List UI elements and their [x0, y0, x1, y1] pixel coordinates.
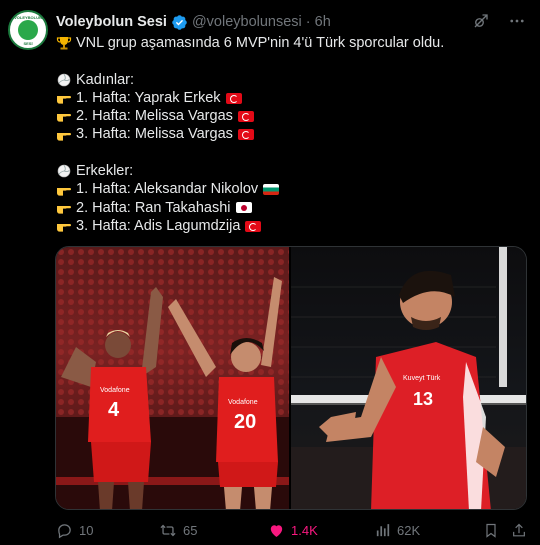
jersey-number-left: 4	[108, 399, 120, 421]
views-count: 62K	[397, 523, 421, 538]
sponsor-men: Kuveyt Türk	[403, 375, 441, 382]
women-week-3: 3. Hafta: Melissa Vargas	[76, 126, 233, 143]
pointing-hand-icon	[56, 219, 72, 233]
headline-line: VNL grup aşamasında 6 MVP'nin 4'ü Türk s…	[56, 34, 526, 52]
repost-count: 65	[183, 523, 198, 538]
grok-icon[interactable]	[472, 12, 490, 30]
men-week-1: 1. Hafta: Aleksandar Nikolov	[76, 181, 259, 198]
pointing-hand-icon	[56, 109, 72, 123]
volleyball-icon	[56, 73, 72, 87]
bookmark-button[interactable]	[483, 522, 499, 539]
pointing-hand-icon	[56, 201, 72, 215]
men-week-2-line: 2. Hafta: Ran Takahashi	[56, 199, 526, 217]
bookmark-icon	[483, 522, 499, 539]
women-week-3-line: 3. Hafta: Melissa Vargas	[56, 125, 526, 143]
reply-icon	[56, 522, 73, 539]
author-handle[interactable]: @voleybolunsesi	[192, 14, 302, 30]
repost-icon	[159, 522, 177, 539]
avatar-logo-text-bottom: SESİ	[23, 41, 33, 46]
men-week-1-line: 1. Hafta: Aleksandar Nikolov	[56, 180, 526, 198]
men-header-line: Erkekler:	[56, 162, 526, 180]
tweet[interactable]: VOLEYBOLUN SESİ Voleybolun Sesi @voleybo…	[0, 0, 540, 545]
pointing-hand-icon	[56, 183, 72, 197]
tweet-text: VNL grup aşamasında 6 MVP'nin 4'ü Türk s…	[56, 34, 526, 235]
turkey-flag-icon	[237, 110, 254, 122]
pointing-hand-icon	[56, 128, 72, 142]
views-icon	[374, 522, 391, 539]
media-grid: 4 Vodafone 20 Vodafone Kuveyt Türk 13	[55, 246, 527, 510]
trophy-icon	[56, 36, 72, 50]
jersey-number-right: 20	[234, 411, 257, 433]
men-week-2: 2. Hafta: Ran Takahashi	[76, 199, 231, 216]
views-button[interactable]: 62K	[374, 522, 420, 539]
bulgaria-flag-icon	[263, 184, 280, 196]
women-week-1-line: 1. Hafta: Yaprak Erkek	[56, 89, 526, 107]
women-header: Kadınlar:	[76, 71, 135, 88]
women-week-2-line: 2. Hafta: Melissa Vargas	[56, 107, 526, 125]
avatar-logo-mark	[18, 20, 38, 40]
like-icon	[268, 522, 285, 539]
separator-dot: ·	[305, 14, 311, 30]
like-count: 1.4K	[291, 523, 318, 538]
men-week-3-line: 3. Hafta: Adis Lagumdzija	[56, 217, 526, 235]
turkey-flag-icon	[237, 129, 254, 141]
tweet-header: Voleybolun Sesi @voleybolunsesi · 6h	[56, 12, 331, 32]
men-week-3: 3. Hafta: Adis Lagumdzija	[76, 217, 241, 234]
timestamp[interactable]: 6h	[315, 14, 331, 30]
pointing-hand-icon	[56, 91, 72, 105]
avatar[interactable]: VOLEYBOLUN SESİ	[8, 10, 48, 50]
turkey-flag-icon	[245, 220, 262, 232]
women-week-1: 1. Hafta: Yaprak Erkek	[76, 89, 221, 106]
men-header: Erkekler:	[76, 163, 134, 180]
women-header-line: Kadınlar:	[56, 71, 526, 89]
women-week-2: 2. Hafta: Melissa Vargas	[76, 108, 233, 125]
sponsor-left: Vodafone	[100, 387, 130, 394]
more-icon[interactable]	[508, 12, 526, 30]
repost-button[interactable]: 65	[159, 522, 197, 539]
women-players-illustration	[56, 247, 290, 509]
reply-button[interactable]: 10	[56, 522, 93, 539]
sponsor-right: Vodafone	[228, 399, 258, 406]
tweet-actions: 10 65 1.4K 62K	[56, 522, 526, 542]
media-photo-women[interactable]: 4 Vodafone 20 Vodafone	[56, 247, 290, 509]
verified-badge-icon	[171, 14, 188, 31]
turkey-flag-icon	[225, 92, 242, 104]
media-photo-men[interactable]: Kuveyt Türk 13	[291, 247, 526, 509]
headline-text: VNL grup aşamasında 6 MVP'nin 4'ü Türk s…	[76, 35, 445, 51]
share-button[interactable]	[511, 522, 527, 539]
header-actions	[472, 12, 526, 30]
share-icon	[511, 522, 527, 539]
author-name[interactable]: Voleybolun Sesi	[56, 14, 167, 30]
like-button[interactable]: 1.4K	[268, 522, 318, 539]
jersey-number-men: 13	[413, 389, 434, 409]
volleyball-icon	[56, 164, 72, 178]
reply-count: 10	[79, 523, 94, 538]
japan-flag-icon	[235, 202, 252, 214]
